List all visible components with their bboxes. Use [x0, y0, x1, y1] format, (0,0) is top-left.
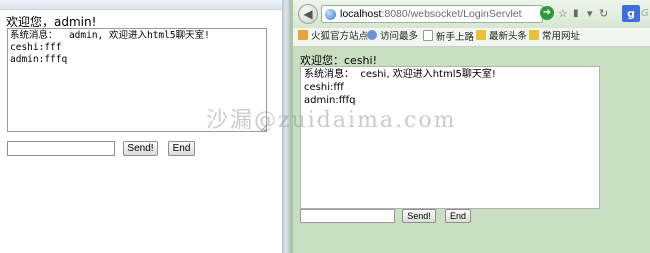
message-line: ceshi:fff: [304, 82, 344, 93]
folder-icon: [529, 30, 539, 40]
left-send-button[interactable]: Send!: [123, 141, 158, 156]
bookmark-item[interactable]: 新手上路: [423, 30, 474, 44]
bookmark-label: 火狐官方站点: [311, 31, 369, 42]
bookmark-item[interactable]: 访问最多: [367, 30, 418, 44]
message-line: admin:fffq: [10, 54, 68, 65]
right-send-button[interactable]: Send!: [402, 209, 436, 223]
right-message-area[interactable]: 系统消息： ceshi, 欢迎进入html5聊天室! ceshi:fff adm…: [300, 66, 600, 209]
bookmark-item[interactable]: 常用网址: [529, 30, 580, 44]
globe-icon: [325, 9, 336, 20]
page-icon: [423, 30, 433, 41]
bookmark-label: 常用网址: [542, 31, 581, 42]
star-icon[interactable]: ☆: [558, 7, 568, 21]
back-arrow-icon[interactable]: ◀: [298, 4, 318, 24]
left-window-toolbar: [0, 0, 282, 10]
left-message-input[interactable]: [7, 141, 115, 156]
message-line: 系统消息： admin, 欢迎进入html5聊天室!: [10, 30, 210, 41]
page-content: 欢迎您：ceshi! 系统消息： ceshi, 欢迎进入html5聊天室! ce…: [293, 47, 650, 253]
bookmark-label: 新手上路: [436, 32, 475, 43]
url-path: :8080/websocket/LoginServlet: [381, 8, 522, 20]
phone-icon[interactable]: ▮: [573, 7, 579, 21]
folder-icon: [298, 30, 308, 40]
bookmarks-bar: 火狐官方站点 访问最多 新手上路 最新头条 常用网址: [293, 28, 650, 47]
message-line: ceshi:fff: [10, 42, 62, 53]
left-end-button[interactable]: End: [168, 141, 195, 156]
bookmark-item[interactable]: 最新头条: [476, 30, 527, 44]
url-host: localhost: [340, 8, 382, 20]
search-hint[interactable]: G: [641, 8, 649, 19]
bookmark-label: 最新头条: [489, 31, 528, 42]
watermark-text: 沙漏@zuidaima.com: [206, 108, 457, 133]
folder-icon: [476, 30, 486, 40]
right-end-button[interactable]: End: [445, 209, 471, 223]
message-line: 系统消息： ceshi, 欢迎进入html5聊天室!: [304, 69, 496, 80]
right-message-input[interactable]: [300, 209, 395, 223]
go-arrow-icon[interactable]: ➜: [540, 6, 554, 20]
google-icon[interactable]: g: [622, 5, 640, 22]
browser-navbar: ◀ localhost:8080/websocket/LoginServlet …: [293, 0, 650, 28]
address-bar[interactable]: localhost:8080/websocket/LoginServlet: [321, 5, 543, 23]
refresh-icon[interactable]: ↻: [599, 7, 608, 21]
url-text: localhost:8080/websocket/LoginServlet: [340, 8, 522, 20]
bookmark-item[interactable]: 火狐官方站点: [298, 30, 368, 44]
bookmark-label: 访问最多: [380, 31, 419, 42]
globe-icon: [367, 30, 377, 40]
dropdown-icon[interactable]: ▾: [587, 7, 593, 21]
